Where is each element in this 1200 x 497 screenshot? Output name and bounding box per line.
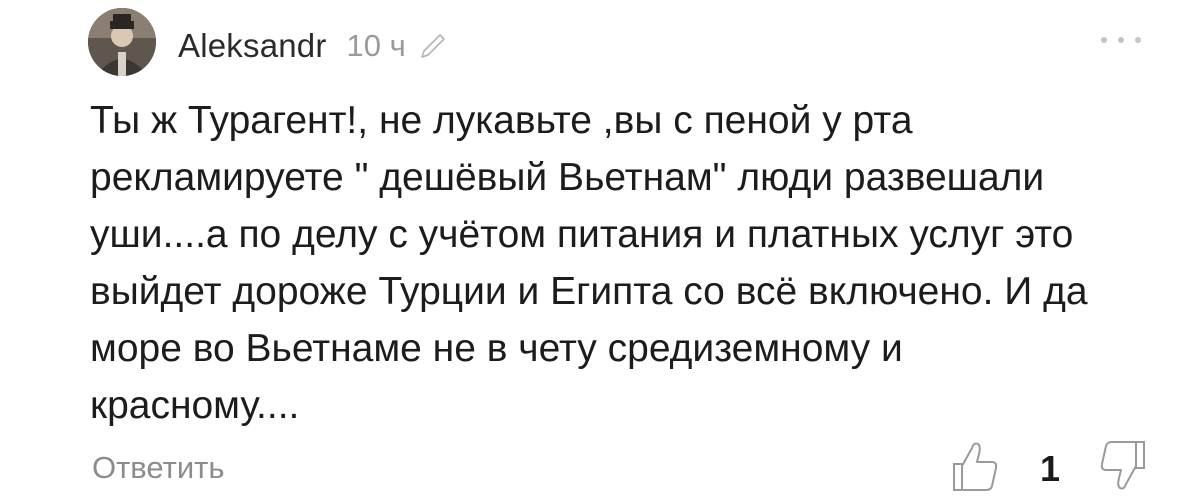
- comment-text: Ты ж Турагент!, не лукавьте ,вы с пеной …: [90, 99, 1088, 427]
- thumbs-up-icon[interactable]: [950, 440, 1000, 492]
- comment-header: Aleksandr 10 ч: [178, 24, 448, 68]
- thumbs-down-icon[interactable]: [1098, 440, 1148, 492]
- likes-count: 1: [1040, 448, 1061, 489]
- author-name[interactable]: Aleksandr: [178, 27, 327, 65]
- pencil-icon: [420, 34, 445, 58]
- comment-card: Aleksandr 10 ч Ты ж Турагент!, не лукавь…: [0, 0, 1200, 497]
- comment-time: 10 ч: [346, 28, 406, 63]
- reply-button[interactable]: Ответить: [92, 450, 225, 486]
- avatar[interactable]: [88, 8, 156, 76]
- more-dots-icon[interactable]: [1096, 30, 1146, 50]
